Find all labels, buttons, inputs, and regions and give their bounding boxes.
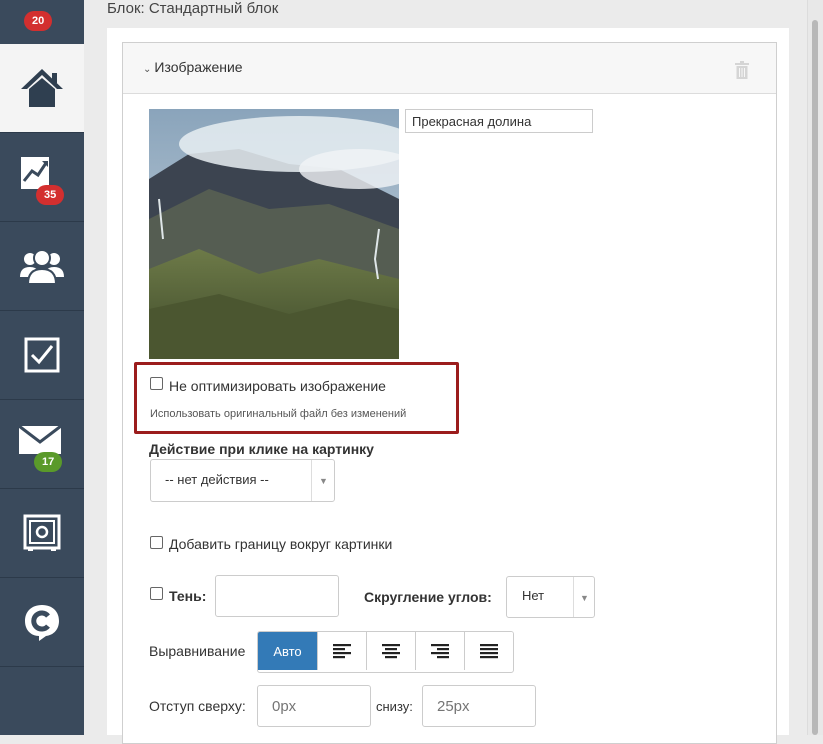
- click-action-value: -- нет действия --: [165, 472, 269, 487]
- trash-icon[interactable]: [735, 61, 749, 84]
- users-icon: [20, 249, 64, 285]
- margin-bottom-label: снизу:: [376, 699, 413, 714]
- sidebar-item-users[interactable]: [0, 222, 84, 311]
- align-left-icon: [333, 644, 351, 659]
- align-center-icon: [382, 644, 400, 659]
- mail-icon: [18, 424, 62, 454]
- logo-c-icon: [25, 605, 59, 641]
- align-button-group: Авто: [257, 631, 514, 673]
- safe-icon: [23, 514, 61, 551]
- panel-title[interactable]: ⌄ Изображение: [143, 59, 243, 75]
- page-scrollbar[interactable]: [807, 0, 823, 735]
- rounding-label: Скругление углов:: [364, 589, 492, 605]
- scrollbar-thumb[interactable]: [812, 20, 818, 735]
- checkbox-icon: [24, 337, 60, 373]
- align-justify-button[interactable]: [464, 632, 513, 670]
- align-left-button[interactable]: [317, 632, 366, 670]
- sidebar-item-notifications[interactable]: 20: [0, 0, 84, 45]
- select-divider: [311, 460, 312, 501]
- chevron-down-icon: ▼: [319, 476, 328, 486]
- chevron-down-icon[interactable]: ⌄: [143, 64, 151, 75]
- chevron-down-icon: ▼: [580, 593, 589, 603]
- sidebar-item-mail[interactable]: 17: [0, 400, 84, 489]
- shadow-input[interactable]: [215, 575, 339, 617]
- click-action-select[interactable]: -- нет действия -- ▼: [150, 459, 335, 502]
- block-title: Блок: Стандартный блок: [107, 0, 279, 17]
- sidebar-item-safe[interactable]: [0, 489, 84, 578]
- align-label: Выравнивание: [149, 643, 246, 659]
- margin-bottom-input[interactable]: [422, 685, 536, 727]
- panel-header[interactable]: ⌄ Изображение: [123, 43, 776, 94]
- no-optimize-hint: Использовать оригинальный файл без измен…: [150, 408, 407, 420]
- sidebar-item-home[interactable]: [0, 44, 84, 133]
- rounding-value: Нет: [522, 588, 545, 603]
- home-icon: [21, 69, 63, 107]
- sidebar-item-stats[interactable]: 35: [0, 133, 84, 222]
- align-right-button[interactable]: [415, 632, 464, 670]
- rounding-select[interactable]: Нет ▼: [506, 576, 595, 618]
- no-optimize-checkbox[interactable]: [150, 377, 163, 390]
- sidebar: 20 35 17: [0, 0, 84, 735]
- select-divider: [573, 577, 574, 617]
- border-label[interactable]: Добавить границу вокруг картинки: [169, 536, 392, 552]
- image-title-input[interactable]: [405, 109, 593, 133]
- click-action-label: Действие при клике на картинку: [149, 441, 374, 457]
- margin-top-input[interactable]: [257, 685, 371, 727]
- margin-top-label: Отступ сверху:: [149, 698, 246, 714]
- align-auto-button[interactable]: Авто: [258, 632, 317, 670]
- no-optimize-label[interactable]: Не оптимизировать изображение: [169, 378, 386, 394]
- panel-title-label: Изображение: [154, 59, 243, 75]
- border-checkbox[interactable]: [150, 536, 163, 549]
- sidebar-item-tasks[interactable]: [0, 311, 84, 400]
- shadow-label[interactable]: Тень:: [169, 588, 206, 604]
- mail-badge: 17: [34, 452, 63, 472]
- sidebar-item-brand[interactable]: [0, 578, 84, 667]
- notifications-badge: 20: [24, 11, 53, 31]
- stats-badge: 35: [36, 185, 65, 205]
- align-justify-icon: [480, 644, 498, 659]
- shadow-checkbox[interactable]: [150, 587, 163, 600]
- align-right-icon: [431, 644, 449, 659]
- align-center-button[interactable]: [366, 632, 415, 670]
- highlight-frame: [134, 362, 459, 434]
- image-preview[interactable]: [149, 109, 399, 359]
